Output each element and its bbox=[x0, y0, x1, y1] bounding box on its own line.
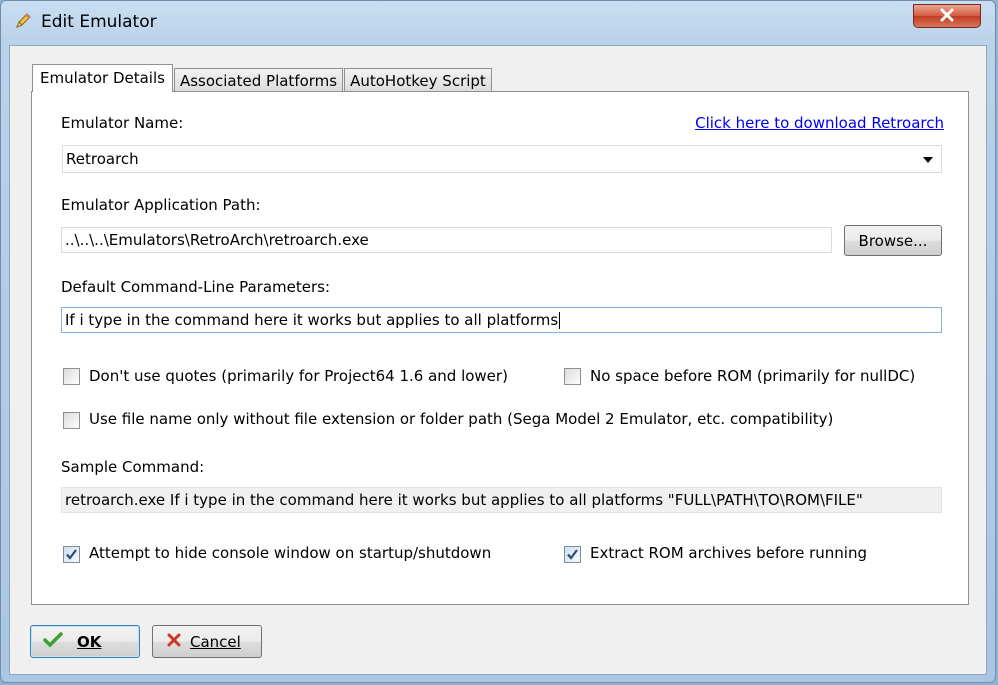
checkmark-icon bbox=[66, 549, 77, 560]
hide-console-label[interactable]: Attempt to hide console window on startu… bbox=[89, 544, 491, 562]
cancel-label: Cancel bbox=[190, 632, 241, 651]
emulator-name-combobox[interactable]: Retroarch bbox=[62, 145, 942, 173]
emulator-name-label: Emulator Name: bbox=[61, 114, 184, 132]
tab-emulator-details[interactable]: Emulator Details bbox=[32, 64, 173, 92]
browse-button[interactable]: Browse... bbox=[844, 225, 942, 256]
file-name-only-label[interactable]: Use file name only without file extensio… bbox=[89, 410, 833, 428]
dont-use-quotes-checkbox[interactable] bbox=[63, 368, 80, 385]
edit-emulator-window: Edit Emulator Emulator Details Associate… bbox=[0, 0, 996, 683]
sample-command-label: Sample Command: bbox=[61, 458, 205, 476]
params-input[interactable]: If i type in the command here it works b… bbox=[61, 307, 942, 333]
dialog-client-area: Emulator Details Associated Platforms Au… bbox=[9, 45, 987, 675]
extract-rom-checkbox[interactable] bbox=[564, 546, 581, 563]
hide-console-checkbox[interactable] bbox=[63, 546, 80, 563]
dropdown-arrow-icon[interactable] bbox=[923, 157, 933, 163]
app-path-input[interactable]: ..\..\..\Emulators\RetroArch\retroarch.e… bbox=[61, 227, 832, 253]
tab-strip: Emulator Details Associated Platforms Au… bbox=[32, 64, 493, 92]
ok-button[interactable]: OK bbox=[30, 625, 140, 658]
extract-rom-label[interactable]: Extract ROM archives before running bbox=[590, 544, 867, 562]
ok-label: OK bbox=[77, 632, 102, 651]
app-path-label: Emulator Application Path: bbox=[61, 196, 261, 214]
checkmark-icon bbox=[567, 549, 578, 560]
title-bar[interactable]: Edit Emulator bbox=[1, 1, 995, 45]
cancel-button[interactable]: Cancel bbox=[152, 625, 262, 658]
emulator-details-panel: Emulator Name: Click here to download Re… bbox=[31, 91, 969, 605]
no-space-label[interactable]: No space before ROM (primarily for nullD… bbox=[590, 367, 915, 385]
sample-command-field: retroarch.exe If i type in the command h… bbox=[61, 487, 942, 513]
window-title: Edit Emulator bbox=[41, 12, 157, 32]
params-value: If i type in the command here it works b… bbox=[65, 311, 559, 329]
file-name-only-checkbox[interactable] bbox=[63, 412, 80, 429]
emulator-name-value: Retroarch bbox=[66, 150, 139, 168]
checkmark-icon bbox=[43, 631, 63, 652]
pencil-icon bbox=[13, 11, 33, 31]
close-button[interactable] bbox=[913, 4, 981, 28]
close-icon bbox=[939, 7, 955, 26]
tab-autohotkey-script[interactable]: AutoHotkey Script bbox=[344, 68, 492, 92]
text-cursor bbox=[559, 312, 561, 329]
params-label: Default Command-Line Parameters: bbox=[61, 278, 331, 296]
dont-use-quotes-label[interactable]: Don't use quotes (primarily for Project6… bbox=[89, 367, 508, 385]
download-retroarch-link[interactable]: Click here to download Retroarch bbox=[695, 114, 944, 132]
x-icon bbox=[166, 632, 182, 652]
tab-associated-platforms[interactable]: Associated Platforms bbox=[173, 68, 344, 92]
no-space-checkbox[interactable] bbox=[564, 368, 581, 385]
